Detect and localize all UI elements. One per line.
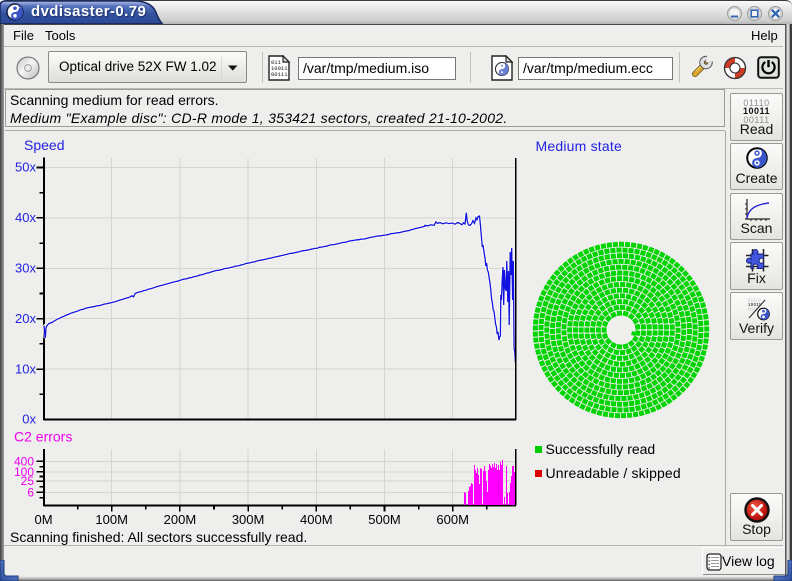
svg-text:00111: 00111: [271, 71, 288, 78]
svg-text:Speed: Speed: [24, 137, 64, 153]
svg-text:30x: 30x: [15, 261, 36, 276]
svg-text:200M: 200M: [164, 512, 197, 527]
svg-text:6: 6: [27, 485, 34, 499]
svg-text:50x: 50x: [15, 160, 36, 175]
svg-text:300M: 300M: [232, 512, 265, 527]
svg-text:0M: 0M: [34, 512, 52, 527]
svg-text:40x: 40x: [15, 210, 36, 225]
svg-text:400M: 400M: [300, 512, 333, 527]
svg-text:500M: 500M: [368, 512, 401, 527]
svg-text:0x: 0x: [22, 412, 36, 427]
svg-text:100M: 100M: [95, 512, 128, 527]
svg-text:10x: 10x: [15, 361, 36, 376]
svg-text:20x: 20x: [15, 311, 36, 326]
svg-text:600M: 600M: [436, 512, 469, 527]
svg-text:C2 errors: C2 errors: [14, 429, 72, 445]
